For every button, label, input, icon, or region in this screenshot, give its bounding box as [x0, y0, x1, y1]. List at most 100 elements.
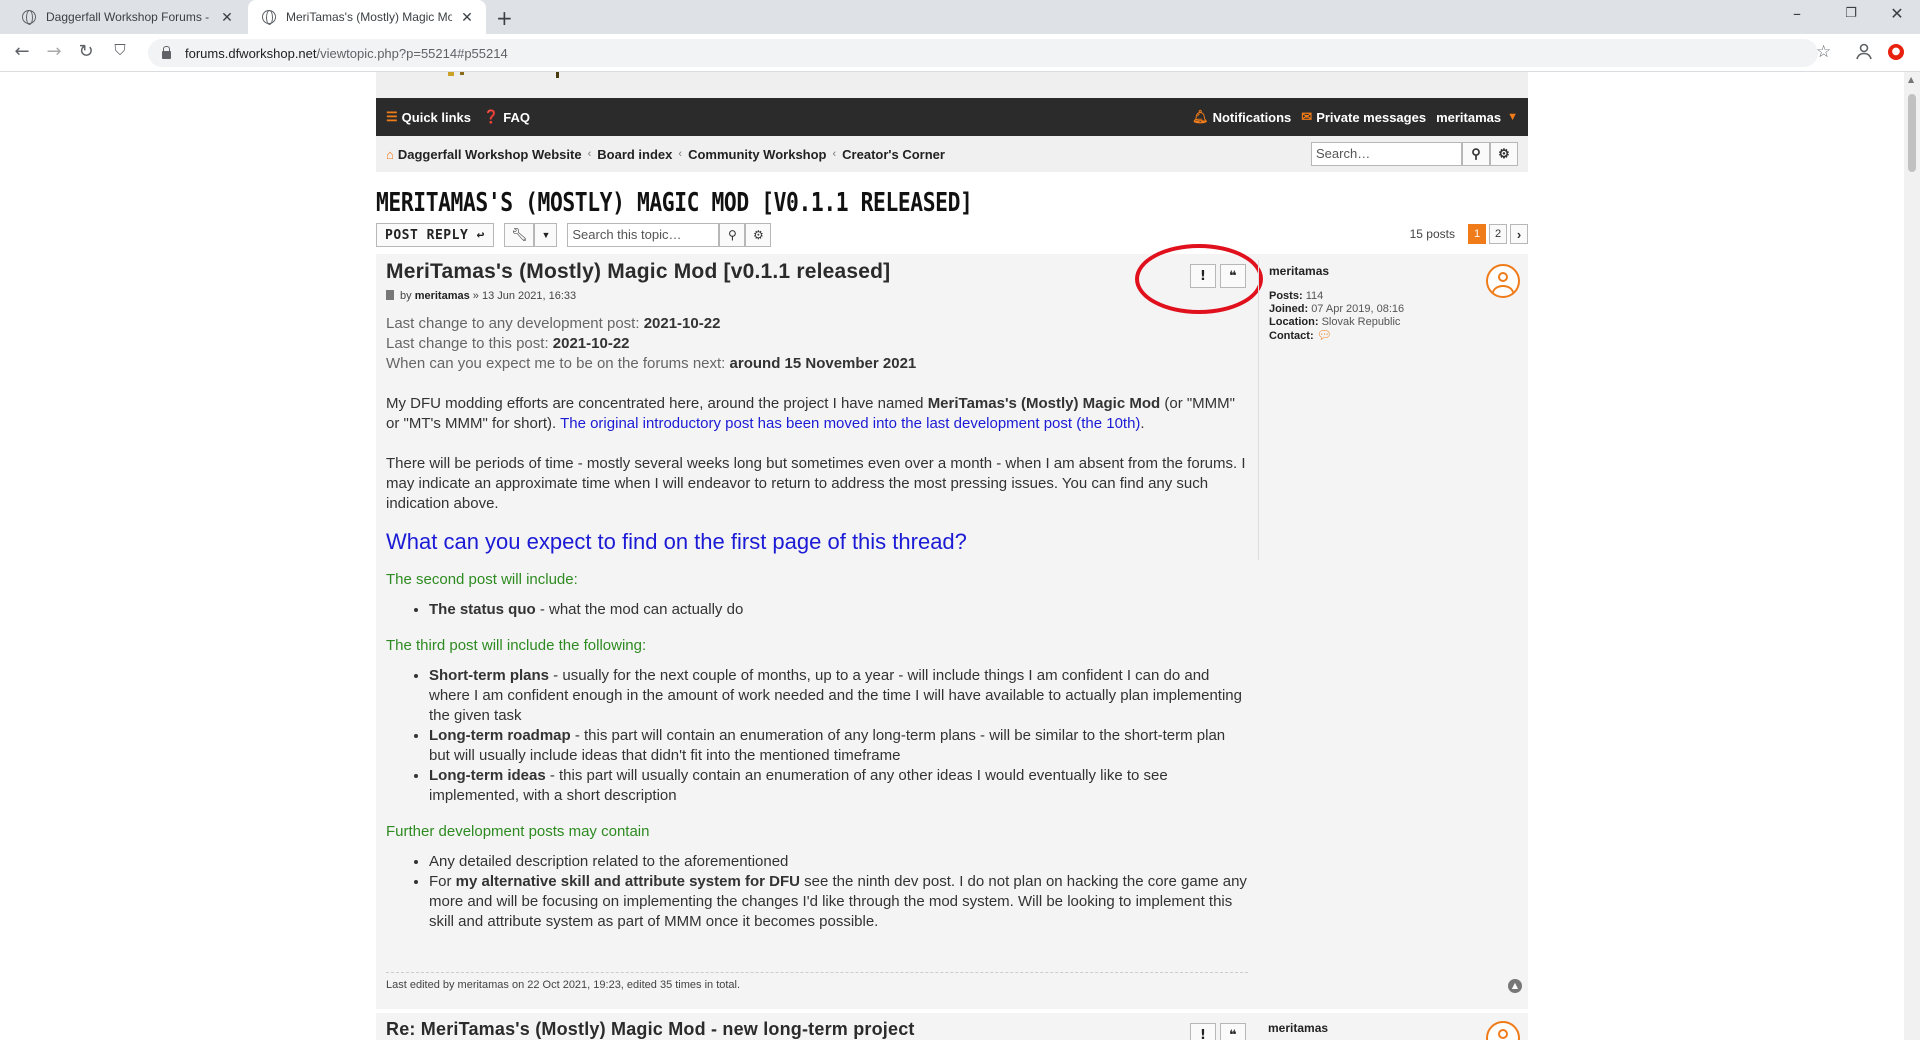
bell-icon: 🔔︎ — [1192, 109, 1209, 124]
post-title[interactable]: Re: MeriTamas's (Mostly) Magic Mod - new… — [386, 1019, 915, 1040]
quick-links-menu[interactable]: ☰ Quick links — [386, 109, 471, 125]
post-reply-label: POST REPLY — [385, 227, 469, 243]
close-tab-icon[interactable]: ✕ — [218, 9, 236, 26]
page-2-button[interactable]: 2 — [1489, 224, 1507, 244]
profile-icon[interactable] — [1855, 42, 1873, 60]
extension-icon[interactable]: ● — [1888, 44, 1904, 60]
scrollbar-thumb[interactable] — [1908, 94, 1916, 172]
gear-icon[interactable]: ⚙ — [1490, 142, 1518, 166]
contact-label: Contact: — [1269, 330, 1314, 342]
gear-icon[interactable]: ⚙ — [745, 223, 772, 247]
list-item-title: The status quo — [429, 601, 536, 618]
quote-icon[interactable]: ❝ — [1220, 1023, 1246, 1040]
next-page-icon[interactable]: › — [1510, 224, 1528, 244]
reply-arrow-icon: ↩ — [476, 227, 485, 243]
site-header-strip — [376, 72, 1528, 98]
profile-username[interactable]: meritamas — [1268, 1021, 1328, 1035]
tab-meritamas-magic-mod[interactable]: MeriTamas's (Mostly) Magic Mo ✕ — [248, 0, 486, 34]
private-messages-link[interactable]: ✉ Private messages — [1301, 109, 1426, 125]
globe-icon — [22, 10, 36, 25]
restore-button[interactable]: ❐ — [1828, 6, 1874, 21]
second-post-label: The second post will include: — [386, 571, 578, 588]
question-icon: ❓ — [483, 109, 500, 124]
status-line-label: Last change to any development post: — [386, 315, 644, 332]
status-line-label: Last change to this post: — [386, 335, 553, 352]
url-field[interactable]: forums.dfworkshop.net/viewtopic.php?p=55… — [148, 39, 1818, 67]
avatar[interactable] — [1486, 1021, 1520, 1040]
list-item: Short-term plans - usually for the next … — [429, 666, 1248, 726]
last-edited-note: Last edited by meritamas on 22 Oct 2021,… — [386, 972, 1248, 991]
status-line-value: 2021-10-22 — [552, 335, 630, 352]
breadcrumb-link[interactable]: Daggerfall Workshop Website — [398, 147, 582, 162]
topic-title[interactable]: MERITAMAS'S (MOSTLY) MAGIC MOD [V0.1.1 R… — [376, 188, 1321, 218]
breadcrumb-separator: ‹ — [678, 148, 683, 160]
back-to-top-icon[interactable]: ▲ — [1508, 979, 1522, 993]
breadcrumb-link[interactable]: Creator's Corner — [842, 147, 945, 162]
tab-title: Daggerfall Workshop Forums - U — [46, 10, 212, 24]
third-post-list: Short-term plans - usually for the next … — [429, 666, 1248, 806]
search-icon[interactable]: ⚲ — [719, 223, 746, 247]
close-window-button[interactable]: ✕ — [1874, 4, 1920, 23]
close-tab-icon[interactable]: ✕ — [458, 9, 476, 26]
by-label: by — [400, 290, 412, 302]
topic-tools-dropdown[interactable]: ▼ — [534, 223, 558, 247]
list-item: Long-term ideas - this part will usually… — [429, 766, 1248, 806]
breadcrumb-separator: ‹ — [832, 148, 837, 160]
post-title[interactable]: MeriTamas's (Mostly) Magic Mod [v0.1.1 r… — [386, 260, 1248, 284]
notifications-label: Notifications — [1212, 109, 1292, 125]
quick-links-label: Quick links — [401, 109, 472, 125]
page-1-button[interactable]: 1 — [1468, 224, 1486, 244]
hamburger-icon: ☰ — [386, 109, 398, 124]
url-host: forums.dfworkshop.net — [185, 45, 317, 61]
lock-icon — [162, 46, 171, 59]
forum-navbar: ☰ Quick links ❓ FAQ 🔔︎ Notifications ✉ Priva… — [376, 98, 1528, 136]
back-arrow-icon[interactable]: ← — [10, 41, 34, 62]
reload-icon[interactable]: ↻ — [74, 41, 98, 62]
post-icon — [386, 290, 394, 300]
page-scrollbar[interactable]: ▲ — [1904, 72, 1920, 1040]
tab-daggerfall-forums[interactable]: Daggerfall Workshop Forums - U ✕ — [8, 0, 246, 34]
page-viewport: ☰ Quick links ❓ FAQ 🔔︎ Notifications ✉ Priva… — [0, 72, 1904, 1040]
intro-post-link[interactable]: The original introductory post has been … — [560, 415, 1140, 432]
bookmark-star-icon[interactable]: ☆ — [1816, 42, 1831, 62]
list-item: Long-term roadmap - this part will conta… — [429, 726, 1248, 766]
shield-icon[interactable]: ⛉ — [108, 41, 132, 59]
forward-arrow-icon[interactable]: → — [42, 41, 66, 62]
user-menu[interactable]: meritamas ▼ — [1436, 110, 1518, 125]
list-item: Any detailed description related to the … — [429, 852, 1248, 872]
site-logo — [448, 72, 559, 78]
faq-link[interactable]: ❓ FAQ — [483, 109, 530, 125]
list-item-title: my alternative skill and attribute syste… — [455, 873, 800, 890]
chat-icon[interactable]: 💬︎ — [1317, 328, 1332, 342]
home-icon: ⌂ — [386, 146, 394, 162]
further-posts-label: Further development posts may contain — [386, 823, 650, 840]
breadcrumb-link[interactable]: Board index — [597, 147, 672, 162]
topic-search-input[interactable]: Search this topic… — [567, 223, 720, 247]
joined-label: Joined: — [1269, 303, 1309, 315]
post-actions: ! ❝ — [1186, 1023, 1246, 1040]
avatar[interactable] — [1486, 264, 1520, 298]
list-item-title: Long-term roadmap — [429, 727, 571, 744]
scroll-up-icon[interactable]: ▲ — [1908, 75, 1914, 84]
list-item: The status quo - what the mod can actual… — [429, 600, 1248, 620]
list-item-text: - usually for the next couple of months,… — [429, 667, 1242, 724]
report-icon[interactable]: ! — [1190, 1023, 1216, 1040]
forum-search-input[interactable]: Search… — [1311, 142, 1462, 166]
post-content: Last change to any development post: 202… — [386, 314, 1248, 932]
post-author[interactable]: meritamas — [415, 290, 470, 302]
posts-value[interactable]: 114 — [1306, 290, 1324, 302]
new-tab-button[interactable]: + — [496, 6, 513, 30]
notifications-link[interactable]: 🔔︎ Notifications — [1192, 109, 1291, 125]
topic-tools-button[interactable]: 🔧︎ — [503, 223, 535, 247]
inbox-icon: ✉ — [1301, 109, 1313, 124]
post-date: » 13 Jun 2021, 16:33 — [472, 290, 577, 302]
breadcrumb-link[interactable]: Community Workshop — [688, 147, 826, 162]
post-profile: meritamas Posts: 114 Joined: 07 Apr 2019… — [1258, 260, 1528, 560]
second-post-list: The status quo - what the mod can actual… — [429, 600, 1248, 620]
topic-search: Search this topic… ⚲ ⚙ — [567, 223, 772, 247]
search-icon[interactable]: ⚲ — [1462, 142, 1490, 166]
post-reply-button[interactable]: POST REPLY ↩ — [376, 223, 494, 247]
location-value: Slovak Republic — [1321, 316, 1401, 328]
location-label: Location: — [1269, 316, 1319, 328]
minimize-button[interactable]: – — [1774, 4, 1820, 23]
